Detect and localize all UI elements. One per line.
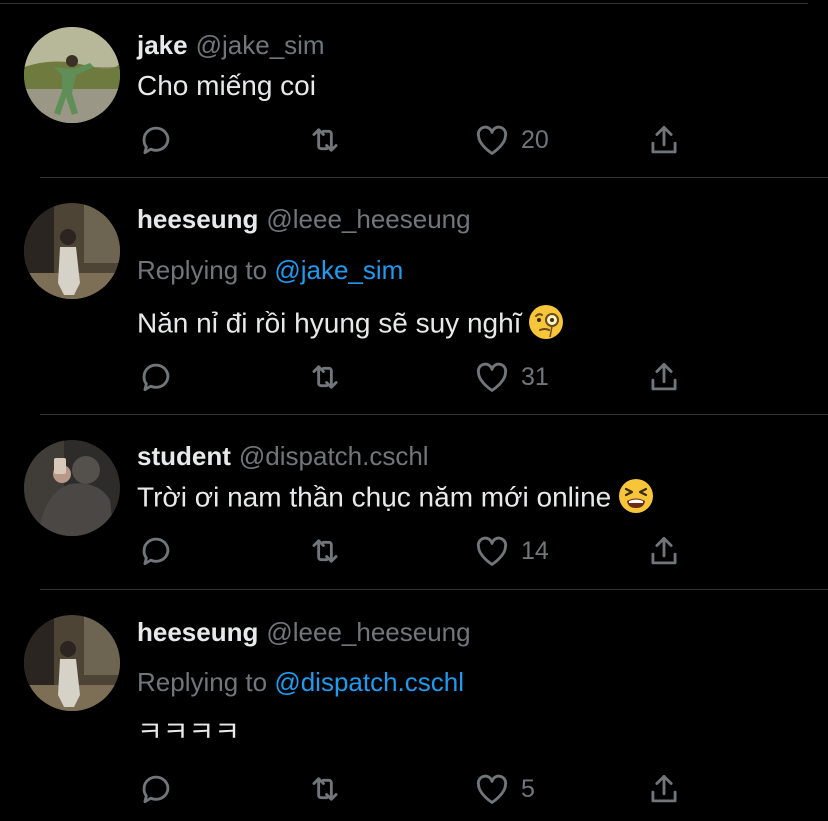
tweet-text-row: Trời ơi nam thần chục năm mới online <box>137 479 655 518</box>
share-upload-icon <box>651 362 677 391</box>
like-count: 31 <box>521 362 549 391</box>
reply-bubble-icon <box>142 126 170 155</box>
like-button[interactable]: 20 <box>473 120 549 160</box>
share-upload-icon <box>651 125 677 154</box>
heart-icon <box>476 362 508 392</box>
tweet-header: student @dispatch.cschl <box>137 441 429 471</box>
display-name[interactable]: jake <box>137 30 188 60</box>
retweet-button[interactable] <box>305 769 345 809</box>
heart-icon <box>476 774 508 804</box>
replying-to: Replying to @jake_sim <box>137 255 403 285</box>
tweet-divider <box>40 177 828 178</box>
retweet-icon <box>312 539 338 563</box>
tweet-text: Năn nỉ đi rồi hyung sẽ suy nghĩ <box>137 307 522 339</box>
display-name[interactable]: heeseung <box>137 617 258 647</box>
retweet-button[interactable] <box>305 531 345 571</box>
tweet-text-row: Năn nỉ đi rồi hyung sẽ suy nghĩ <box>137 305 565 344</box>
display-name[interactable]: heeseung <box>137 204 258 234</box>
like-button[interactable]: 14 <box>473 531 549 571</box>
tired-face-emoji-icon <box>619 479 654 513</box>
replying-prefix: Replying to <box>137 255 268 285</box>
reply-button[interactable] <box>137 120 175 160</box>
tweet-actions: 31 <box>137 357 697 397</box>
reply-bubble-icon <box>142 775 170 804</box>
like-count: 5 <box>521 774 535 803</box>
like-count: 14 <box>521 536 549 565</box>
replying-prefix: Replying to <box>137 667 268 697</box>
avatar[interactable] <box>24 27 120 123</box>
retweet-icon <box>312 365 338 389</box>
replying-mention-link[interactable]: @jake_sim <box>274 255 403 285</box>
reply-bubble-icon <box>142 537 170 566</box>
share-button[interactable] <box>645 357 683 397</box>
tweet-actions: 5 <box>137 769 697 809</box>
reply-bubble-icon <box>142 363 170 392</box>
tweet-header: jake @jake_sim <box>137 30 325 60</box>
tweet-text: Cho miếng coi <box>137 70 316 101</box>
share-button[interactable] <box>645 769 683 809</box>
share-button[interactable] <box>645 120 683 160</box>
retweet-button[interactable] <box>305 357 345 397</box>
like-button[interactable]: 31 <box>473 357 549 397</box>
tweet-text: Trời ơi nam thần chục năm mới online <box>137 481 612 513</box>
reply-button[interactable] <box>137 357 175 397</box>
heart-icon <box>476 125 508 155</box>
tweet-header: heeseung @leee_heeseung <box>137 617 471 647</box>
top-divider <box>0 3 808 4</box>
user-handle[interactable]: @dispatch.cschl <box>239 441 429 471</box>
display-name[interactable]: student <box>137 441 231 471</box>
tweet-actions: 14 <box>137 531 697 571</box>
tweet-divider <box>40 414 828 415</box>
user-handle[interactable]: @leee_heeseung <box>266 204 470 234</box>
retweet-button[interactable] <box>305 120 345 160</box>
tweet-divider <box>40 589 828 590</box>
share-upload-icon <box>651 774 677 803</box>
avatar[interactable] <box>24 440 120 536</box>
heart-icon <box>476 536 508 566</box>
tweet-text: ㅋㅋㅋㅋ <box>137 716 241 747</box>
share-upload-icon <box>651 536 677 565</box>
like-count: 20 <box>521 125 549 154</box>
retweet-icon <box>312 777 338 801</box>
avatar[interactable] <box>24 615 120 711</box>
tweet-actions: 20 <box>137 120 697 160</box>
retweet-icon <box>312 128 338 152</box>
avatar[interactable] <box>24 203 120 299</box>
replying-to: Replying to @dispatch.cschl <box>137 667 464 697</box>
user-handle[interactable]: @jake_sim <box>196 30 325 60</box>
share-button[interactable] <box>645 531 683 571</box>
reply-button[interactable] <box>137 769 175 809</box>
tweet-header: heeseung @leee_heeseung <box>137 204 471 234</box>
like-button[interactable]: 5 <box>473 769 535 809</box>
user-handle[interactable]: @leee_heeseung <box>266 617 470 647</box>
replying-mention-link[interactable]: @dispatch.cschl <box>274 667 464 697</box>
reply-button[interactable] <box>137 531 175 571</box>
face-with-monocle-emoji-icon <box>529 305 564 339</box>
